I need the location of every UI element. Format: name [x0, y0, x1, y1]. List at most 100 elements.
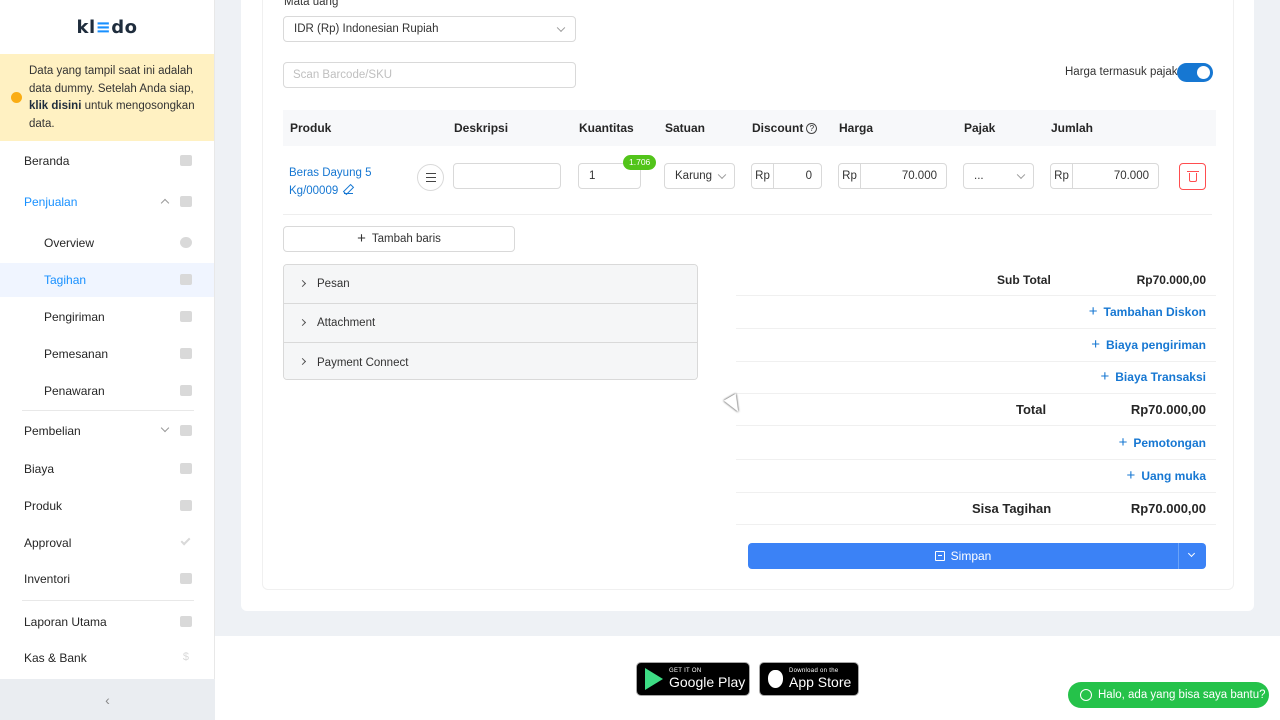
sidebar-item-label: Penjualan [24, 195, 78, 209]
clear-data-link[interactable]: klik disini [29, 100, 81, 112]
total-value: Rp70.000,00 [1130, 402, 1206, 417]
subtotal-label: Sub Total [997, 273, 1051, 287]
pie-chart-icon [180, 237, 192, 248]
remaining-bill-label: Sisa Tagihan [972, 501, 1052, 516]
save-button[interactable]: Simpan [748, 543, 1179, 569]
sidebar-item-pemesanan[interactable]: Pemesanan [0, 337, 214, 371]
section-label: Payment Connect [317, 356, 409, 369]
discount-input[interactable]: Rp 0 [751, 163, 822, 189]
add-row-button[interactable]: + Tambah baris [283, 226, 515, 252]
sidebar-item-label: Beranda [24, 154, 70, 168]
add-down-payment-link[interactable]: + Uang muka [1127, 468, 1206, 483]
sidebar-item-inventori[interactable]: Inventori [0, 562, 214, 596]
credit-card-icon [180, 463, 192, 474]
section-label: Attachment [317, 317, 376, 329]
plus-icon: + [1100, 368, 1110, 385]
sidebar-item-tagihan[interactable]: Tagihan [0, 263, 214, 297]
section-label: Pesan [317, 278, 350, 290]
google-play-big: Google Play [669, 674, 746, 690]
sidebar-item-label: Penawaran [44, 384, 105, 398]
sidebar-item-produk[interactable]: Produk [0, 489, 214, 523]
total-row: Total Rp70.000,00 [736, 393, 1216, 426]
unit-select[interactable]: Karung [664, 163, 735, 189]
price-input[interactable]: Rp 70.000 [838, 163, 947, 189]
tax-select[interactable]: ... [963, 163, 1034, 189]
sidebar-item-beranda[interactable]: Beranda [0, 144, 214, 178]
remaining-bill-row: Sisa Tagihan Rp70.000,00 [736, 492, 1216, 525]
edit-pencil-icon[interactable] [344, 185, 354, 194]
sidebar-item-laporan[interactable]: Laporan Utama [0, 605, 214, 639]
warning-icon [11, 92, 22, 103]
sidebar-item-kas-bank[interactable]: Kas & Bank $ [0, 641, 214, 675]
sidebar-item-label: Tagihan [44, 273, 87, 287]
subtotal-row: Sub Total Rp70.000,00 [736, 263, 1216, 296]
add-transaction-cost-link[interactable]: + Biaya Transaksi [1100, 368, 1207, 385]
add-deduction-link[interactable]: + Pemotongan [1119, 435, 1206, 450]
google-play-text: GET IT ON Google Play [669, 668, 745, 690]
sidebar-item-penjualan[interactable]: Penjualan [0, 185, 214, 219]
google-play-button[interactable]: GET IT ON Google Play [636, 662, 750, 696]
shipping-cost-row: + Biaya pengiriman [736, 329, 1216, 362]
barcode-placeholder: Scan Barcode/SKU [293, 69, 393, 81]
add-shipping-link[interactable]: + Biaya pengiriman [1091, 337, 1206, 352]
sidebar-item-penawaran[interactable]: Penawaran [0, 374, 214, 408]
currency-select[interactable]: IDR (Rp) Indonesian Rupiah [283, 16, 576, 42]
amount-input[interactable]: Rp 70.000 [1050, 163, 1159, 189]
sidebar-item-biaya[interactable]: Biaya [0, 452, 214, 486]
chevron-up-icon [160, 198, 170, 208]
tax-inclusive-toggle[interactable] [1177, 63, 1213, 82]
chevron-down-icon [717, 170, 727, 180]
lock-bag-icon [180, 425, 192, 436]
currency-prefix: Rp [752, 164, 774, 188]
product-name-link[interactable]: Beras Dayung 5 Kg/00009 [289, 164, 389, 200]
section-payment-connect[interactable]: Payment Connect [284, 343, 697, 379]
currency-prefix: Rp [1051, 164, 1073, 188]
help-icon[interactable]: ? [806, 123, 818, 134]
sidebar-item-label: Pengiriman [44, 310, 105, 324]
logo-text-left: kl [76, 16, 96, 38]
add-discount-label: Tambahan Diskon [1103, 305, 1206, 319]
dollar-icon: $ [182, 651, 189, 663]
unit-value: Karung [675, 170, 713, 182]
add-row-label: Tambah baris [371, 233, 441, 245]
sidebar-item-pembelian[interactable]: Pembelian [0, 414, 214, 448]
tax-value: ... [974, 170, 984, 182]
chevron-down-icon [556, 23, 566, 33]
whatsapp-chat-button[interactable]: Halo, ada yang bisa saya bantu? [1068, 682, 1269, 708]
list-icon [426, 177, 436, 179]
sidebar-item-label: Biaya [24, 462, 55, 476]
description-input[interactable] [453, 163, 561, 189]
add-deduction-label: Pemotongan [1133, 436, 1206, 450]
tag-icon [180, 311, 192, 322]
barcode-input[interactable]: Scan Barcode/SKU [283, 62, 576, 88]
section-pesan[interactable]: Pesan [284, 265, 697, 304]
save-options-dropdown[interactable] [1179, 543, 1206, 569]
list-icon [426, 173, 436, 175]
sidebar-collapse-button[interactable]: ‹ [0, 679, 215, 720]
warehouse-icon [180, 573, 192, 584]
extra-sections: Pesan Attachment Payment Connect [283, 264, 698, 380]
product-detail-button[interactable] [417, 164, 444, 191]
delete-row-button[interactable] [1179, 163, 1206, 190]
add-down-payment-label: Uang muka [1141, 469, 1206, 483]
sidebar-item-label: Overview [44, 236, 95, 250]
section-attachment[interactable]: Attachment [284, 304, 697, 343]
app-store-text: Download on the App Store [789, 668, 851, 690]
sidebar-item-label: Produk [24, 499, 63, 513]
sidebar-item-pengiriman[interactable]: Pengiriman [0, 300, 214, 334]
col-header-pajak: Pajak [964, 121, 996, 135]
col-header-satuan: Satuan [665, 121, 706, 135]
col-header-harga: Harga [839, 121, 874, 135]
transaction-cost-row: + Biaya Transaksi [736, 361, 1216, 394]
shopping-bag-icon [180, 196, 192, 207]
save-label: Simpan [950, 549, 992, 563]
app-logo[interactable]: kl ≡ do [0, 0, 214, 54]
app-store-button[interactable]: Download on the App Store [759, 662, 859, 696]
amount-value: 70.000 [1113, 170, 1149, 182]
sidebar-item-overview[interactable]: Overview [0, 226, 214, 260]
sidebar-item-approval[interactable]: Approval [0, 526, 214, 560]
col-header-deskripsi: Deskripsi [454, 121, 509, 135]
add-discount-link[interactable]: + Tambahan Diskon [1089, 304, 1206, 319]
subtotal-value: Rp70.000,00 [1136, 273, 1206, 287]
additional-discount-row: + Tambahan Diskon [736, 296, 1216, 329]
